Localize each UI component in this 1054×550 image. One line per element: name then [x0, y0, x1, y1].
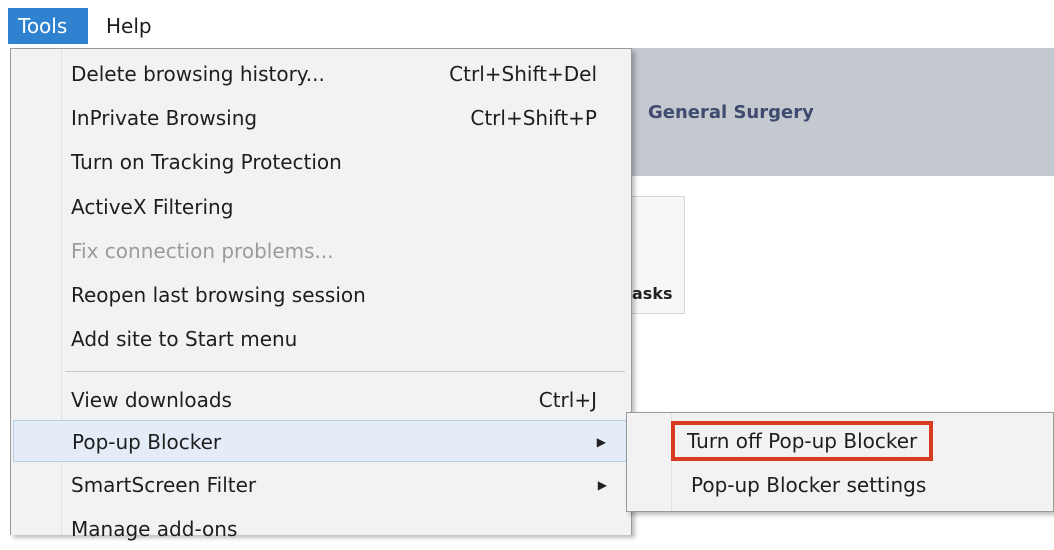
menu-item-fix-connection: Fix connection problems... [13, 230, 627, 272]
menu-item-shortcut: Ctrl+Shift+Del [449, 62, 597, 86]
menu-help[interactable]: Help [96, 8, 168, 44]
menu-item-label: ActiveX Filtering [71, 195, 234, 219]
submenu-item-label: Pop-up Blocker settings [691, 473, 927, 497]
menu-item-view-downloads[interactable]: View downloads Ctrl+J [13, 379, 627, 421]
menu-item-tracking-protection[interactable]: Turn on Tracking Protection [13, 141, 627, 183]
menu-item-label: Reopen last browsing session [71, 283, 366, 307]
menu-item-label: Turn on Tracking Protection [71, 150, 342, 174]
menu-item-smartscreen[interactable]: SmartScreen Filter ▶ [13, 464, 627, 506]
banner-title: General Surgery [648, 102, 814, 123]
menu-item-popup-blocker[interactable]: Pop-up Blocker ▶ [13, 420, 627, 462]
submenu-item-label: Turn off Pop-up Blocker [687, 429, 918, 453]
menu-item-shortcut: Ctrl+J [538, 388, 597, 412]
menu-item-activex-filtering[interactable]: ActiveX Filtering [13, 186, 627, 228]
menu-help-label: Help [106, 14, 152, 38]
submenu-arrow-icon: ▶ [597, 478, 607, 492]
menu-bar: Tools Help [0, 0, 1054, 48]
menu-item-label: Pop-up Blocker [72, 430, 222, 454]
menu-item-add-to-start[interactable]: Add site to Start menu [13, 318, 627, 360]
menu-tools[interactable]: Tools [8, 8, 88, 44]
submenu-item-popup-blocker-settings[interactable]: Pop-up Blocker settings [679, 465, 938, 505]
menu-item-inprivate[interactable]: InPrivate Browsing Ctrl+Shift+P [13, 97, 627, 139]
menu-item-label: InPrivate Browsing [71, 106, 258, 130]
submenu-item-turn-off-popup-blocker[interactable]: Turn off Pop-up Blocker [671, 421, 934, 461]
menu-item-label: Fix connection problems... [71, 239, 334, 263]
menu-item-shortcut: Ctrl+Shift+P [470, 106, 597, 130]
tools-dropdown-menu: Delete browsing history... Ctrl+Shift+De… [10, 48, 632, 541]
menu-item-label: SmartScreen Filter [71, 473, 257, 497]
popup-blocker-submenu: Turn off Pop-up Blocker Pop-up Blocker s… [626, 412, 1054, 512]
menu-separator [65, 371, 625, 372]
menu-item-label: Manage add-ons [71, 517, 238, 541]
menu-item-label: Delete browsing history... [71, 62, 325, 86]
menu-item-manage-addons[interactable]: Manage add-ons [13, 508, 627, 550]
page-tile-label: asks [632, 284, 673, 303]
menu-item-delete-history[interactable]: Delete browsing history... Ctrl+Shift+De… [13, 53, 627, 95]
menu-item-label: Add site to Start menu [71, 327, 298, 351]
menu-item-reopen-session[interactable]: Reopen last browsing session [13, 274, 627, 316]
menu-item-label: View downloads [71, 388, 232, 412]
submenu-arrow-icon: ▶ [596, 435, 606, 449]
menu-tools-label: Tools [18, 14, 68, 38]
